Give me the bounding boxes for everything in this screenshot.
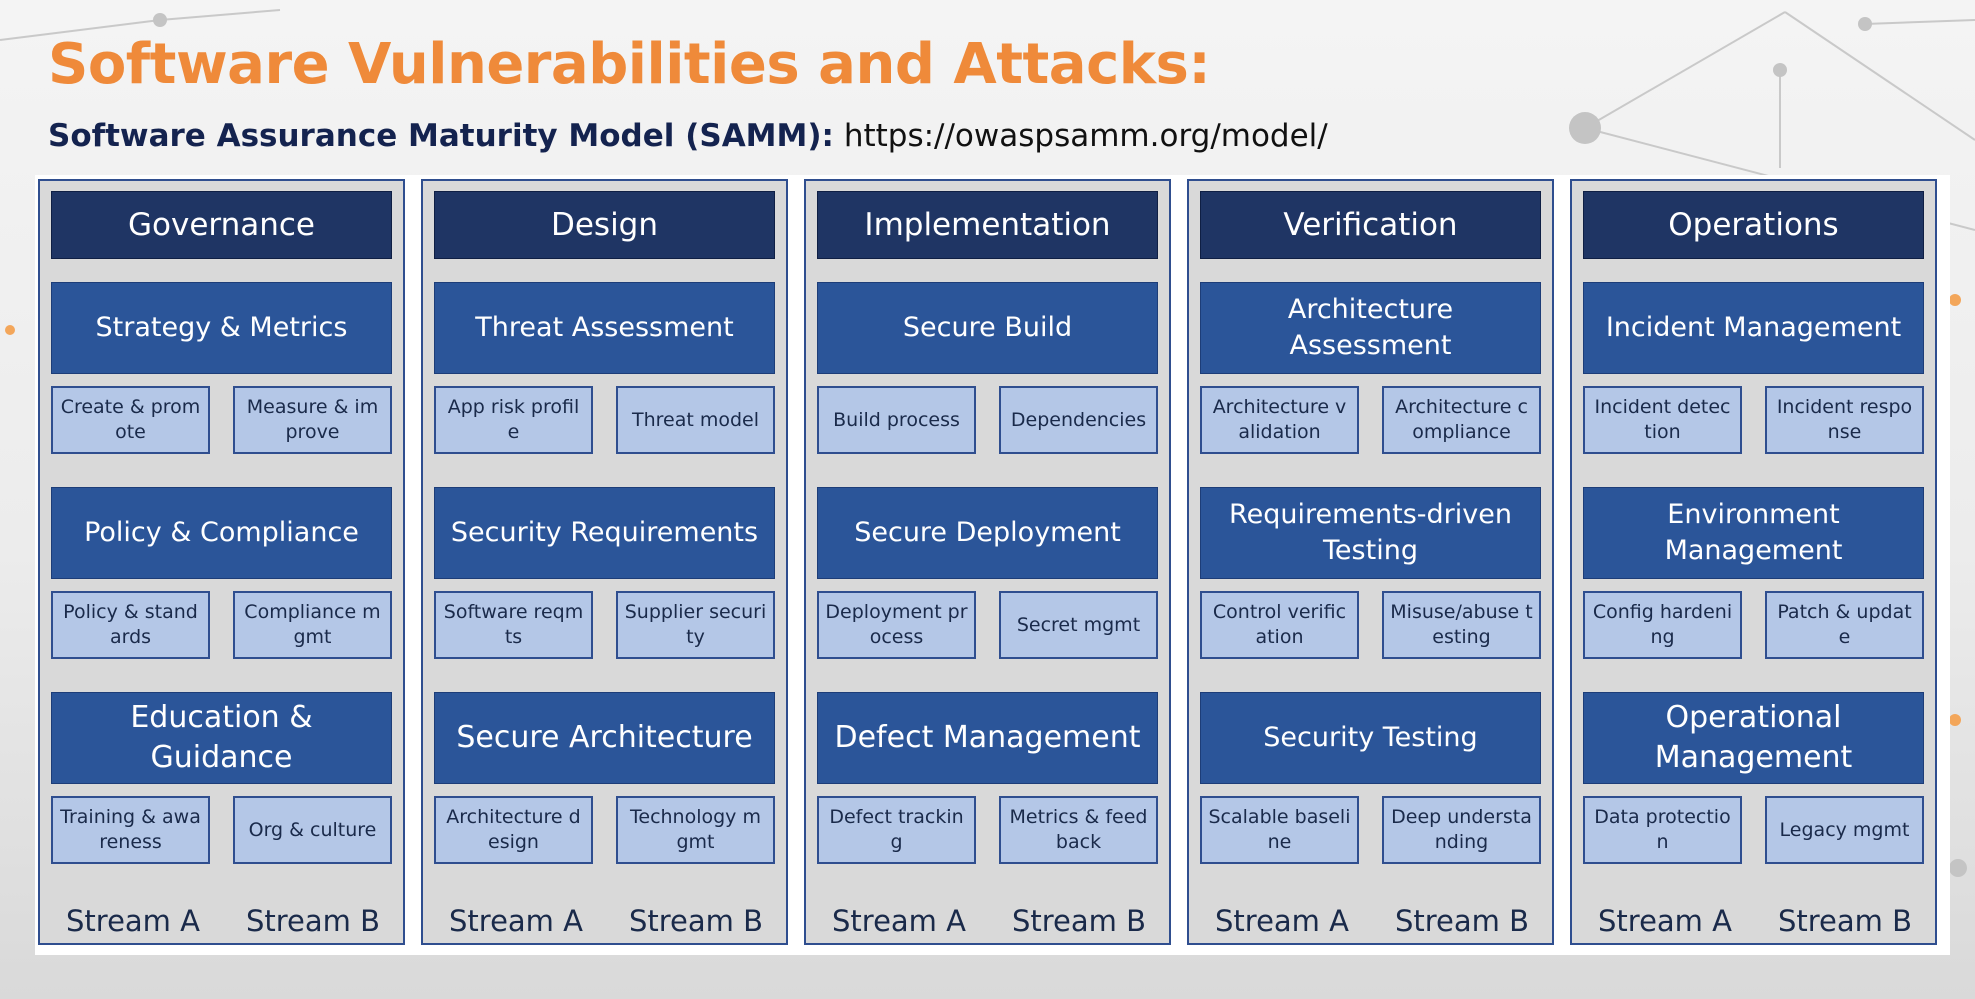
- activity-stream-b: Incident response: [1765, 386, 1924, 454]
- activity-stream-a: Build process: [817, 386, 976, 454]
- activity-stream-a: Software reqmts: [434, 591, 593, 659]
- business-function-implementation: Implementation Secure Build Build proces…: [804, 179, 1171, 945]
- stream-a-label: Stream A: [1598, 904, 1732, 938]
- activity-stream-a: Deployment process: [817, 591, 976, 659]
- business-function-design: Design Threat Assessment App risk profil…: [421, 179, 788, 945]
- activity-stream-a: Incident detection: [1583, 386, 1742, 454]
- security-practice: Strategy & Metrics: [51, 282, 392, 374]
- stream-a-label: Stream A: [1215, 904, 1349, 938]
- samm-label: Software Assurance Maturity Model (SAMM)…: [48, 118, 834, 154]
- business-function-header: Verification: [1200, 191, 1541, 259]
- activity-stream-b: Dependencies: [999, 386, 1158, 454]
- activity-stream-b: Architecture compliance: [1382, 386, 1541, 454]
- samm-url: https://owaspsamm.org/model/: [843, 118, 1328, 154]
- security-practice: Threat Assessment: [434, 282, 775, 374]
- activity-stream-b: Secret mgmt: [999, 591, 1158, 659]
- activity-stream-a: Create & promote: [51, 386, 210, 454]
- stream-b-label: Stream B: [1777, 904, 1913, 938]
- activity-stream-b: Threat model: [616, 386, 775, 454]
- slide-title: Software Vulnerabilities and Attacks:: [48, 32, 1211, 97]
- business-function-header: Implementation: [817, 191, 1158, 259]
- activity-stream-a: Architecture validation: [1200, 386, 1359, 454]
- activity-stream-a: Training & awareness: [51, 796, 210, 864]
- stream-a-label: Stream A: [832, 904, 966, 938]
- slide-subtitle: Software Assurance Maturity Model (SAMM)…: [48, 114, 1328, 158]
- activity-stream-a: App risk profile: [434, 386, 593, 454]
- activity-stream-a: Config hardening: [1583, 591, 1742, 659]
- activity-stream-a: Scalable baseline: [1200, 796, 1359, 864]
- security-practice: Secure Build: [817, 282, 1158, 374]
- activity-stream-a: Data protection: [1583, 796, 1742, 864]
- security-practice: Defect Management: [817, 692, 1158, 784]
- activity-stream-a: Architecture design: [434, 796, 593, 864]
- stream-b-label: Stream B: [628, 904, 764, 938]
- security-practice: Security Testing: [1200, 692, 1541, 784]
- business-function-header: Operations: [1583, 191, 1924, 259]
- activity-stream-b: Supplier security: [616, 591, 775, 659]
- activity-stream-b: Legacy mgmt: [1765, 796, 1924, 864]
- activity-stream-b: Compliance mgmt: [233, 591, 392, 659]
- samm-model-board: Governance Strategy & Metrics Create & p…: [35, 175, 1950, 955]
- business-function-governance: Governance Strategy & Metrics Create & p…: [38, 179, 405, 945]
- business-function-header: Governance: [51, 191, 392, 259]
- activity-stream-b: Patch & update: [1765, 591, 1924, 659]
- security-practice: Education & Guidance: [51, 692, 392, 784]
- activity-stream-b: Misuse/abuse testing: [1382, 591, 1541, 659]
- security-practice: Secure Architecture: [434, 692, 775, 784]
- security-practice: Security Requirements: [434, 487, 775, 579]
- activity-stream-b: Measure & improve: [233, 386, 392, 454]
- activity-stream-b: Org & culture: [233, 796, 392, 864]
- security-practice: Architecture Assessment: [1200, 282, 1541, 374]
- activity-stream-b: Metrics & feedback: [999, 796, 1158, 864]
- stream-b-label: Stream B: [245, 904, 381, 938]
- security-practice: Environment Management: [1583, 487, 1924, 579]
- activity-stream-b: Deep understanding: [1382, 796, 1541, 864]
- security-practice: Incident Management: [1583, 282, 1924, 374]
- business-function-header: Design: [434, 191, 775, 259]
- security-practice: Requirements-driven Testing: [1200, 487, 1541, 579]
- activity-stream-a: Policy & standards: [51, 591, 210, 659]
- stream-b-label: Stream B: [1011, 904, 1147, 938]
- stream-a-label: Stream A: [449, 904, 583, 938]
- business-function-operations: Operations Incident Management Incident …: [1570, 179, 1937, 945]
- activity-stream-a: Control verification: [1200, 591, 1359, 659]
- security-practice: Operational Management: [1583, 692, 1924, 784]
- security-practice: Policy & Compliance: [51, 487, 392, 579]
- activity-stream-b: Technology mgmt: [616, 796, 775, 864]
- business-function-verification: Verification Architecture Assessment Arc…: [1187, 179, 1554, 945]
- security-practice: Secure Deployment: [817, 487, 1158, 579]
- activity-stream-a: Defect tracking: [817, 796, 976, 864]
- stream-a-label: Stream A: [66, 904, 200, 938]
- stream-b-label: Stream B: [1394, 904, 1530, 938]
